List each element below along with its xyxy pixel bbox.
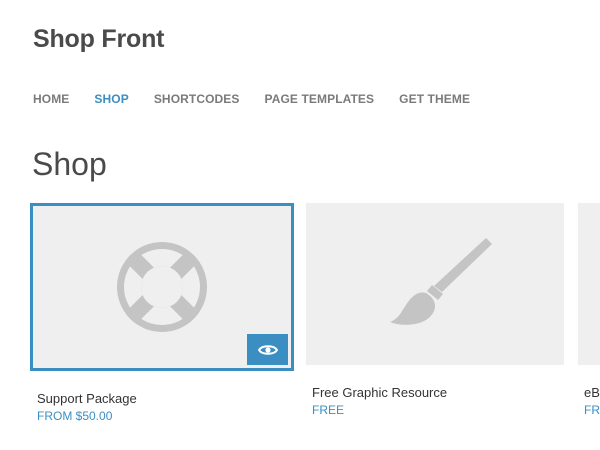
product-price: FREE	[312, 403, 345, 417]
nav-item-get-theme[interactable]: GET THEME	[399, 92, 470, 106]
product-name[interactable]: Support Package	[37, 391, 294, 406]
product-thumbnail[interactable]	[578, 203, 600, 365]
nav-item-page-templates[interactable]: PAGE TEMPLATES	[265, 92, 375, 106]
product-card: Free Graphic Resource FREE	[306, 203, 564, 417]
product-thumbnail[interactable]	[30, 203, 294, 371]
main-nav: HOME SHOP SHORTCODES PAGE TEMPLATES GET …	[33, 92, 495, 106]
lifebuoy-icon	[117, 242, 207, 332]
product-name[interactable]: eBo	[584, 385, 600, 400]
product-card: Support Package FROM $50.00	[30, 203, 294, 423]
paintbrush-icon	[390, 238, 492, 325]
product-thumbnail[interactable]	[306, 203, 564, 365]
nav-item-shortcodes[interactable]: SHORTCODES	[154, 92, 240, 106]
product-price: FR	[584, 403, 600, 417]
product-name[interactable]: Free Graphic Resource	[312, 385, 564, 400]
page-title: Shop	[32, 146, 107, 182]
product-price: FROM $50.00	[37, 409, 113, 423]
nav-item-home[interactable]: HOME	[33, 92, 69, 106]
site-title[interactable]: Shop Front	[33, 25, 165, 54]
product-card: eBo FR	[578, 203, 600, 417]
eye-icon	[257, 344, 278, 355]
quick-view-button[interactable]	[247, 334, 288, 365]
nav-item-shop[interactable]: SHOP	[94, 92, 128, 106]
page: Shop Front HOME SHOP SHORTCODES PAGE TEM…	[0, 0, 600, 450]
